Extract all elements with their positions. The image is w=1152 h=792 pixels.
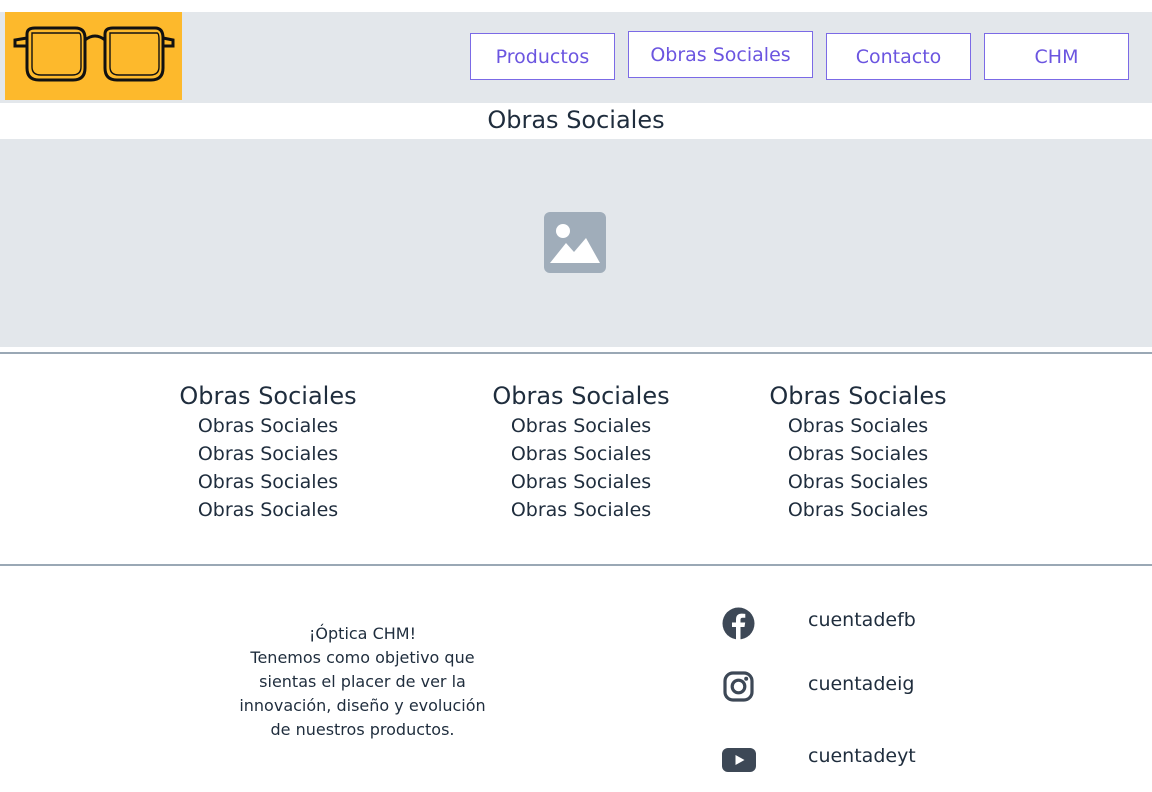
column-link[interactable]: Obras Sociales — [728, 496, 988, 524]
about-line: sientas el placer de ver la — [259, 672, 466, 691]
divider-bottom — [0, 564, 1152, 566]
image-placeholder-icon — [544, 212, 606, 273]
column-link[interactable]: Obras Sociales — [138, 468, 398, 496]
footer-about: ¡Óptica CHM! Tenemos como objetivo que s… — [230, 622, 495, 742]
about-line: innovación, diseño y evolución — [239, 696, 486, 715]
column-link[interactable]: Obras Sociales — [451, 440, 711, 468]
column-link[interactable]: Obras Sociales — [728, 440, 988, 468]
youtube-icon[interactable] — [722, 748, 756, 772]
about-line: ¡Óptica CHM! — [309, 624, 416, 643]
nav-productos[interactable]: Productos — [470, 33, 615, 80]
page-title: Obras Sociales — [487, 106, 665, 134]
logo[interactable] — [5, 12, 182, 100]
column-2: Obras Sociales Obras Sociales Obras Soci… — [451, 380, 711, 524]
nav-contacto[interactable]: Contacto — [826, 33, 971, 80]
about-line: de nuestros productos. — [270, 720, 455, 739]
column-link[interactable]: Obras Sociales — [451, 412, 711, 440]
column-title: Obras Sociales — [179, 382, 357, 410]
column-3: Obras Sociales Obras Sociales Obras Soci… — [728, 380, 988, 524]
column-link[interactable]: Obras Sociales — [728, 468, 988, 496]
column-link[interactable]: Obras Sociales — [138, 496, 398, 524]
instagram-icon[interactable] — [723, 671, 754, 702]
column-link[interactable]: Obras Sociales — [138, 412, 398, 440]
column-link[interactable]: Obras Sociales — [451, 496, 711, 524]
column-title: Obras Sociales — [769, 382, 947, 410]
about-line: Tenemos como objetivo que — [250, 648, 475, 667]
instagram-link[interactable]: cuentadeig — [808, 673, 914, 695]
column-link[interactable]: Obras Sociales — [728, 412, 988, 440]
facebook-icon[interactable] — [722, 607, 755, 640]
column-1: Obras Sociales Obras Sociales Obras Soci… — [138, 380, 398, 524]
column-link[interactable]: Obras Sociales — [451, 468, 711, 496]
facebook-link[interactable]: cuentadefb — [808, 609, 916, 631]
glasses-icon — [13, 26, 175, 82]
column-title: Obras Sociales — [492, 382, 670, 410]
divider-top — [0, 352, 1152, 354]
column-link[interactable]: Obras Sociales — [138, 440, 398, 468]
nav-obras-sociales[interactable]: Obras Sociales — [628, 31, 813, 78]
nav-chm[interactable]: CHM — [984, 33, 1129, 80]
youtube-link[interactable]: cuentadeyt — [808, 745, 916, 767]
